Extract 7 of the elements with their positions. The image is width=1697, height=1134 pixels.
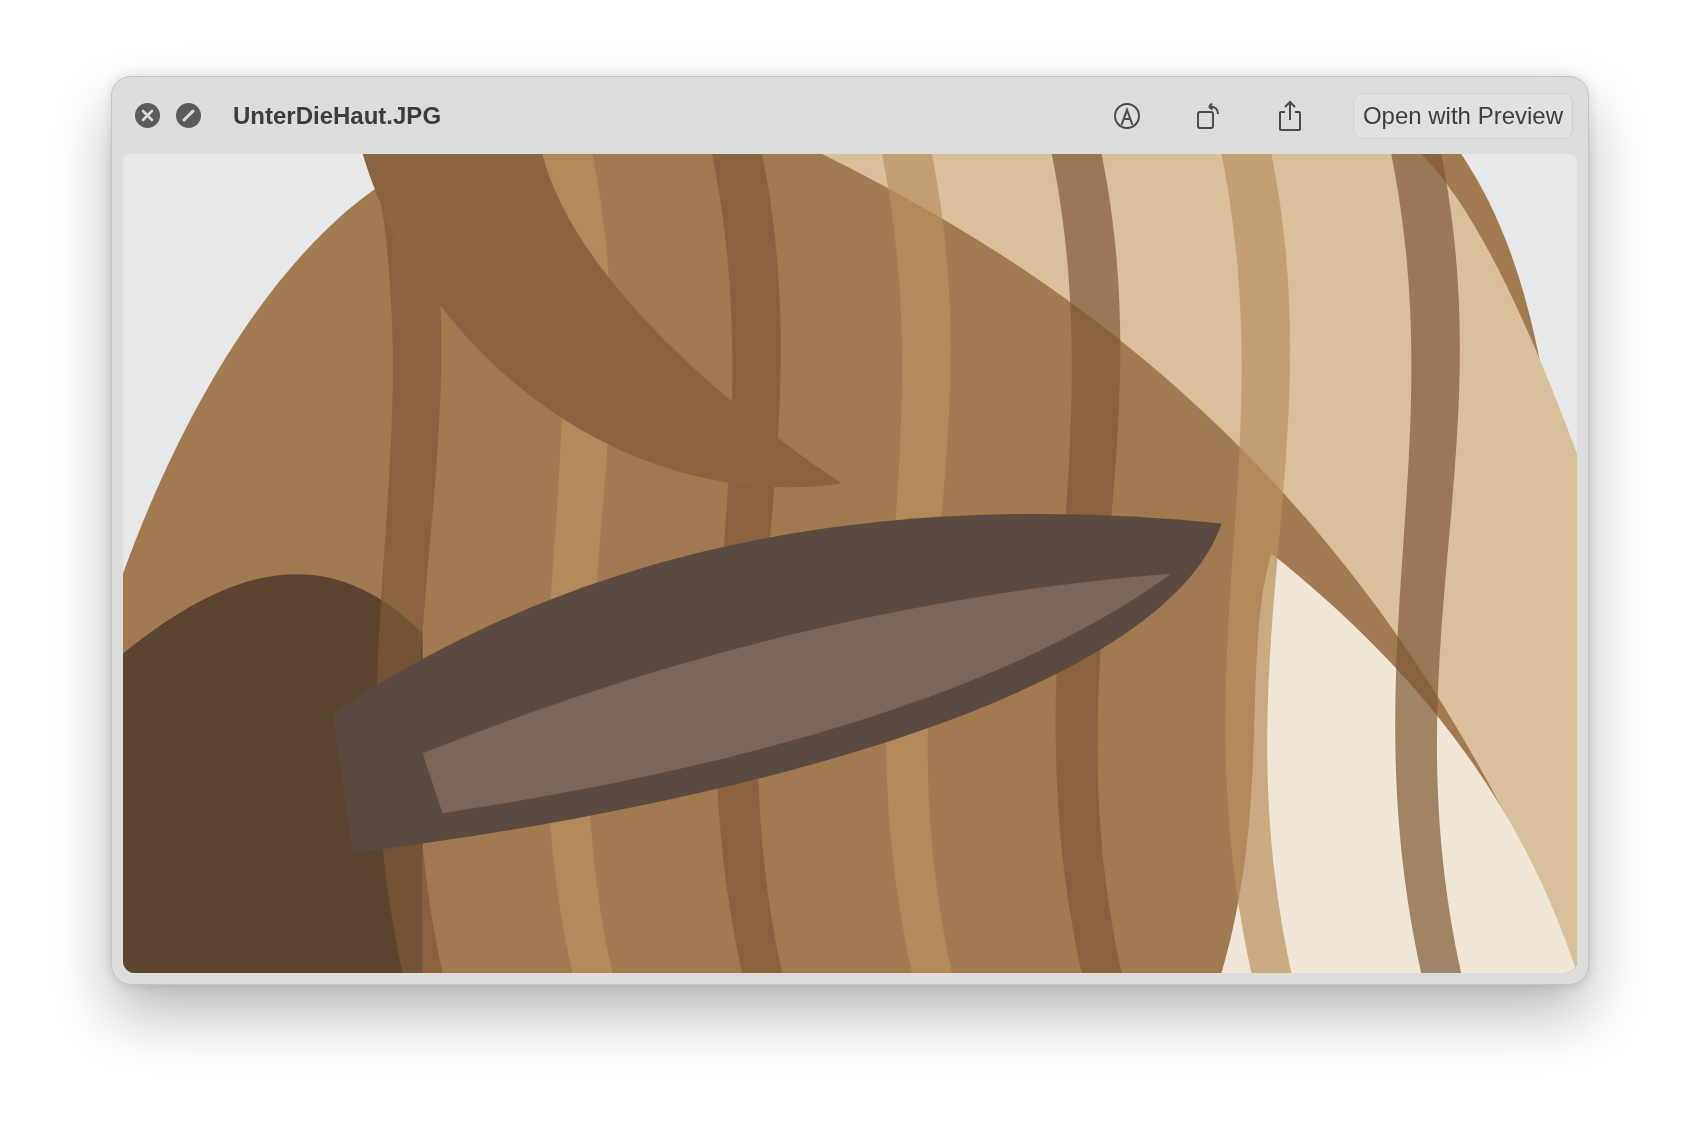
close-icon [141, 109, 154, 122]
open-with-preview-button[interactable]: Open with Preview [1352, 92, 1573, 139]
window-title: UnterDieHaut.JPG [233, 101, 443, 130]
close-button[interactable] [135, 103, 160, 128]
share-icon [1276, 99, 1303, 132]
slash-icon [182, 109, 195, 122]
pen-tip-icon [1112, 101, 1141, 130]
